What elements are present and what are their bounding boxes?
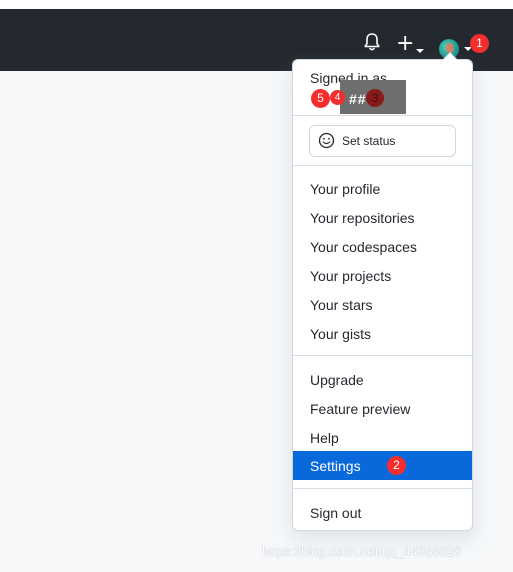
annotation-marker-1: 1: [470, 34, 489, 53]
menu-item-feature-preview[interactable]: Feature preview: [310, 401, 410, 417]
bell-icon[interactable]: [362, 31, 382, 53]
menu-item-sign-out[interactable]: Sign out: [310, 505, 361, 521]
annotation-marker-5: 5: [311, 89, 330, 108]
menu-item-settings-label: Settings: [310, 458, 361, 474]
watermark-text: https://blog.csdn.net/qq_44866828: [262, 544, 462, 559]
annotation-marker-3: 3: [366, 89, 384, 107]
annotation-marker-2: 2: [387, 456, 406, 475]
plus-icon: +: [396, 31, 415, 56]
set-status-button[interactable]: Set status: [309, 125, 456, 157]
menu-item-your-stars[interactable]: Your stars: [310, 297, 373, 313]
menu-item-settings[interactable]: Settings 2: [293, 451, 472, 480]
user-dropdown-menu: Signed in as ## 3 4 5 Set status Your pr…: [292, 52, 473, 531]
menu-divider: [293, 115, 472, 116]
menu-divider: [293, 165, 472, 166]
set-status-label: Set status: [342, 134, 396, 148]
menu-item-your-profile[interactable]: Your profile: [310, 181, 380, 197]
annotation-marker-4: 4: [330, 90, 345, 105]
top-strip: [0, 0, 513, 9]
chevron-down-icon: [416, 49, 424, 53]
menu-item-your-repositories[interactable]: Your repositories: [310, 210, 415, 226]
smiley-icon: [318, 132, 335, 149]
username-mask: ##: [349, 91, 367, 107]
menu-item-your-gists[interactable]: Your gists: [310, 326, 371, 342]
menu-item-your-projects[interactable]: Your projects: [310, 268, 391, 284]
create-new-button[interactable]: +: [396, 33, 426, 61]
menu-item-your-codespaces[interactable]: Your codespaces: [310, 239, 417, 255]
menu-item-upgrade[interactable]: Upgrade: [310, 372, 364, 388]
menu-divider: [293, 488, 472, 489]
menu-divider: [293, 355, 472, 356]
menu-item-help[interactable]: Help: [310, 430, 339, 446]
